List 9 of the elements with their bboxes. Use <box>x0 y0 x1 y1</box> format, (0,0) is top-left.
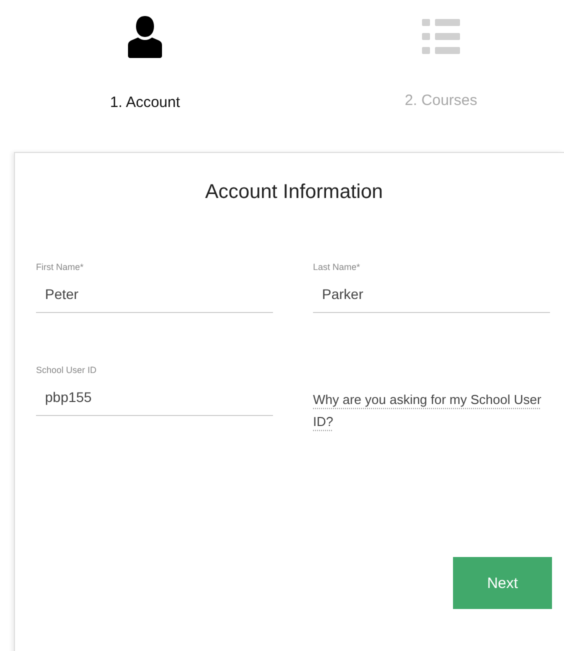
help-link[interactable]: Why are you asking for my School User ID? <box>313 389 550 433</box>
field-label: First Name* <box>36 262 85 272</box>
field-label: Last Name* <box>313 262 362 272</box>
input-field[interactable]: Peter <box>36 286 273 313</box>
input-field[interactable]: pbp155 <box>36 389 273 416</box>
form-title: Account Information <box>204 181 384 204</box>
step-label[interactable]: 1. Account <box>110 94 180 111</box>
input-field[interactable]: Parker <box>313 286 550 313</box>
field-label: School User ID <box>36 365 98 375</box>
